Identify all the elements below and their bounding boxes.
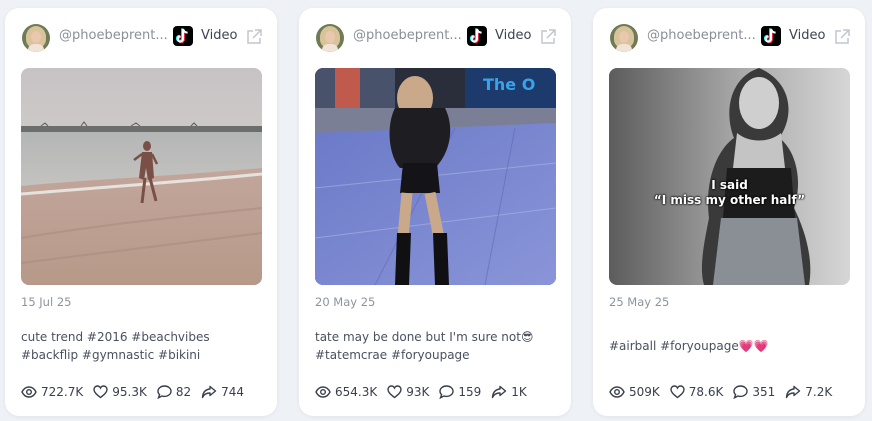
account-handle[interactable]: @phoebeprent... [59,28,167,43]
card-header: @phoebeprent... Video [5,8,277,68]
svg-text:The O: The O [483,75,535,94]
external-link-icon[interactable] [833,28,851,46]
heart-icon [670,385,685,399]
comments-stat: 159 [439,385,481,399]
content-type-label: Video [201,28,238,43]
shares-count: 1K [511,385,527,399]
tiktok-icon [173,26,193,46]
card-header: @phoebeprent... Video [299,8,571,68]
heart-icon [93,385,108,399]
content-type-label: Video [495,28,532,43]
video-thumbnail[interactable] [21,68,262,285]
views-count: 509K [629,385,660,399]
avatar[interactable] [22,24,50,52]
avatar[interactable] [610,24,638,52]
post-caption: cute trend #2016 #beachvibes #backflip #… [21,330,210,362]
avatar[interactable] [316,24,344,52]
post-date: 25 May 25 [609,295,670,309]
likes-stat: 95.3K [93,385,147,399]
likes-stat: 93K [387,385,429,399]
shares-count: 7.2K [805,385,833,399]
external-link-icon[interactable] [245,28,263,46]
share-icon [786,385,801,399]
views-count: 654.3K [335,385,378,399]
video-text-overlay: I said “I miss my other half” [653,178,806,207]
video-thumbnail[interactable]: I said “I miss my other half” [609,68,850,285]
views-stat: 722.7K [21,385,83,399]
post-card[interactable]: @phoebeprent... Video I said “I miss my … [593,8,865,416]
post-date: 20 May 25 [315,295,376,309]
comments-count: 159 [458,385,482,399]
shares-stat: 7.2K [785,385,832,399]
comments-count: 351 [752,385,776,399]
account-handle[interactable]: @phoebeprent... [353,28,461,43]
comment-icon [439,385,455,399]
post-card[interactable]: @phoebeprent... Video 15 Jul 25 cute tre… [5,8,277,416]
post-card[interactable]: @phoebeprent... Video The O 20 May 25 ta… [299,8,571,416]
comment-icon [157,385,172,399]
stats-row: 654.3K 93K 159 1K [315,383,537,401]
likes-count: 78.6K [688,385,724,399]
account-handle[interactable]: @phoebeprent... [647,28,755,43]
external-link-icon[interactable] [539,28,557,46]
video-thumbnail[interactable]: The O [315,68,556,285]
comments-stat: 82 [157,385,191,399]
shares-stat: 744 [201,385,244,399]
eye-icon [21,386,37,398]
card-header: @phoebeprent... Video [593,8,865,68]
eye-icon [609,386,625,398]
likes-count: 95.3K [112,385,147,399]
stats-row: 722.7K 95.3K 82 744 [21,383,254,401]
views-count: 722.7K [41,385,84,399]
views-stat: 509K [609,385,660,399]
post-date: 15 Jul 25 [21,295,72,309]
tiktok-icon [761,26,781,46]
eye-icon [315,386,331,398]
tiktok-icon [467,26,487,46]
post-caption: tate may be done but I'm sure not😎 #tate… [315,330,534,362]
views-stat: 654.3K [315,385,377,399]
heart-icon [387,385,402,399]
comments-stat: 351 [733,385,775,399]
likes-stat: 78.6K [670,385,724,399]
shares-stat: 1K [491,385,527,399]
post-caption: #airball #foryoupage💗💗 [609,339,769,353]
share-icon [201,385,217,399]
share-icon [492,385,507,399]
stats-row: 509K 78.6K 351 7.2K [609,383,842,401]
content-type-label: Video [789,28,826,43]
likes-count: 93K [406,385,430,399]
comment-icon [733,385,749,399]
comments-count: 82 [175,385,192,399]
shares-count: 744 [221,385,245,399]
